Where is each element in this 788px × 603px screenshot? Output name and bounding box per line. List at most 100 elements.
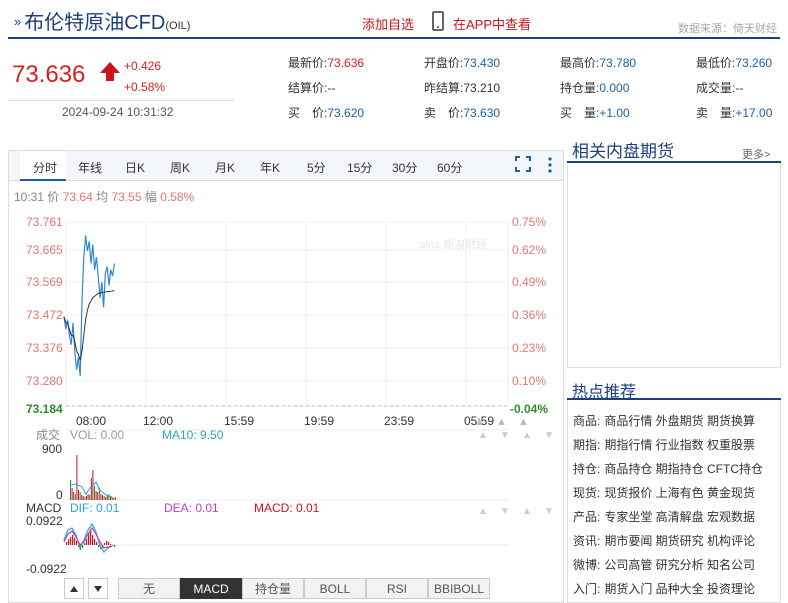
x-tick-label: 15:59 <box>224 414 254 428</box>
macd-bar <box>66 542 68 545</box>
x-tick-label: 19:59 <box>304 414 334 428</box>
volume-bar <box>97 492 99 500</box>
volume-bar <box>103 496 105 500</box>
panel-divider <box>567 161 781 163</box>
panel-nav-icon[interactable]: ▼ <box>500 506 510 517</box>
volume-bar <box>84 497 86 500</box>
y-tick-label-right: 0.10% <box>512 374 546 388</box>
macd-bar <box>72 535 74 545</box>
x-nav-icon[interactable]: ▲ <box>474 416 485 428</box>
hot-row: 入门: 期货入门 品种大全 投资理论 <box>573 580 755 597</box>
y-tick-label-right: 0.75% <box>512 215 546 229</box>
macd-bar <box>86 539 88 545</box>
y-tick-label-right: 0.23% <box>512 341 546 355</box>
indicator-tab[interactable]: RSI <box>366 578 428 599</box>
panel-divider <box>567 398 781 400</box>
volume-bar <box>73 492 75 500</box>
hot-row-links[interactable]: 期货入门 品种大全 投资理论 <box>604 582 755 596</box>
hot-row-links[interactable]: 商品行情 外盘期货 期货换算 <box>604 414 755 428</box>
hot-row-links[interactable]: 公司高管 研究分析 知名公司 <box>604 558 755 572</box>
volume-bar <box>114 497 116 500</box>
volume-bar <box>71 488 73 500</box>
hot-row-key: 现货: <box>573 486 601 500</box>
indicator-tab[interactable]: MACD <box>180 578 242 599</box>
panel-nav-icon[interactable]: ▲ <box>478 430 488 441</box>
volume-bar <box>82 496 84 500</box>
indicator-tab[interactable]: BOLL <box>304 578 366 599</box>
y-tick-label: 73.569 <box>26 275 63 289</box>
volume-bar <box>105 497 107 500</box>
y-tick-label-right: 0.62% <box>512 243 546 257</box>
indicator-tab[interactable]: 无 <box>118 578 180 599</box>
hot-row-key: 入门: <box>573 582 601 596</box>
volume-bar <box>113 498 115 500</box>
x-tick-label: 23:59 <box>384 414 414 428</box>
volume-bar <box>74 494 76 500</box>
y-base-label: 73.184 <box>26 402 63 416</box>
panel-nav-icon[interactable]: ▼ <box>544 430 554 441</box>
more-link[interactable]: 更多> <box>742 146 770 162</box>
hot-row: 期指: 期指行情 行业指数 权重股票 <box>573 436 755 453</box>
macd-bar <box>94 539 96 545</box>
indicator-tab[interactable]: BBIBOLL <box>428 578 490 599</box>
volume-value: VOL: 0.00 <box>70 428 124 442</box>
volume-bar <box>100 494 102 500</box>
y-base-label-right: -0.04% <box>510 402 548 416</box>
hot-row-key: 资讯: <box>573 534 601 548</box>
volume-bar <box>106 496 108 500</box>
volume-bar <box>81 495 83 500</box>
hot-row-key: 产品: <box>573 510 601 524</box>
watermark: sina 新浪财经 <box>420 237 487 251</box>
hot-row-links[interactable]: 专家坐堂 高清解盘 宏观数据 <box>604 510 755 524</box>
macd-label: MACD <box>26 501 62 515</box>
panel-nav-icon[interactable]: ▼ <box>544 506 554 517</box>
macd-bar <box>74 538 76 545</box>
hot-row: 持仓: 商品持仓 期指持仓 CFTC持仓 <box>573 460 763 477</box>
panel-nav-icon[interactable]: ▼ <box>500 430 510 441</box>
macd-bar <box>96 542 98 545</box>
macd-bar <box>106 541 108 545</box>
hot-row-links[interactable]: 现货报价 上海有色 黄金现货 <box>604 486 755 500</box>
hot-row: 资讯: 期市要闻 期货研究 机构评论 <box>573 532 755 549</box>
y-tick-label: 73.472 <box>26 308 63 322</box>
hot-row-links[interactable]: 期市要闻 期货研究 机构评论 <box>604 534 755 548</box>
volume-bar <box>90 478 92 500</box>
volume-top: 900 <box>42 442 62 456</box>
hot-row-links[interactable]: 商品持仓 期指持仓 CFTC持仓 <box>604 462 763 476</box>
y-tick-label: 73.376 <box>26 341 63 355</box>
macd-bar <box>84 543 86 545</box>
x-nav-icon[interactable]: ▲ <box>518 416 529 428</box>
macd-bar <box>104 543 106 545</box>
macd-bar <box>108 542 110 545</box>
x-nav-icon[interactable]: ▲ <box>496 416 507 428</box>
macd-bar <box>90 530 92 545</box>
panel-nav-icon[interactable]: ▲ <box>522 506 532 517</box>
volume-bar <box>70 480 71 500</box>
macd-bar <box>110 544 112 545</box>
volume-bar <box>78 490 79 500</box>
indicator-tab[interactable]: 持仓量 <box>242 578 304 599</box>
volume-bar <box>108 494 110 500</box>
hot-row-key: 微博: <box>573 558 601 572</box>
y-tick-label: 73.280 <box>26 374 63 388</box>
panel-nav-icon[interactable]: ▲ <box>478 506 488 517</box>
hot-row-links[interactable]: 期指行情 行业指数 权重股票 <box>604 438 755 452</box>
volume-bottom: 0 <box>56 488 63 502</box>
volume-bar <box>102 495 103 500</box>
hot-row: 产品: 专家坐堂 高清解盘 宏观数据 <box>573 508 755 525</box>
macd-bottom: -0.0922 <box>26 562 67 576</box>
macd-bar <box>92 535 94 545</box>
macd-bar <box>82 545 84 548</box>
y-tick-label: 73.665 <box>26 243 63 257</box>
hot-row: 商品: 商品行情 外盘期货 期货换算 <box>573 412 755 429</box>
volume-bar <box>111 497 113 500</box>
volume-bar <box>89 495 91 500</box>
macd-bar <box>98 545 100 547</box>
hot-row-key: 持仓: <box>573 462 601 476</box>
macd-top: 0.0922 <box>26 514 63 528</box>
hot-row: 微博: 公司高管 研究分析 知名公司 <box>573 556 755 573</box>
macd-bar <box>68 539 70 545</box>
y-tick-label: 73.761 <box>26 215 63 229</box>
panel-nav-icon[interactable]: ▲ <box>522 430 532 441</box>
hot-row: 现货: 现货报价 上海有色 黄金现货 <box>573 484 755 501</box>
